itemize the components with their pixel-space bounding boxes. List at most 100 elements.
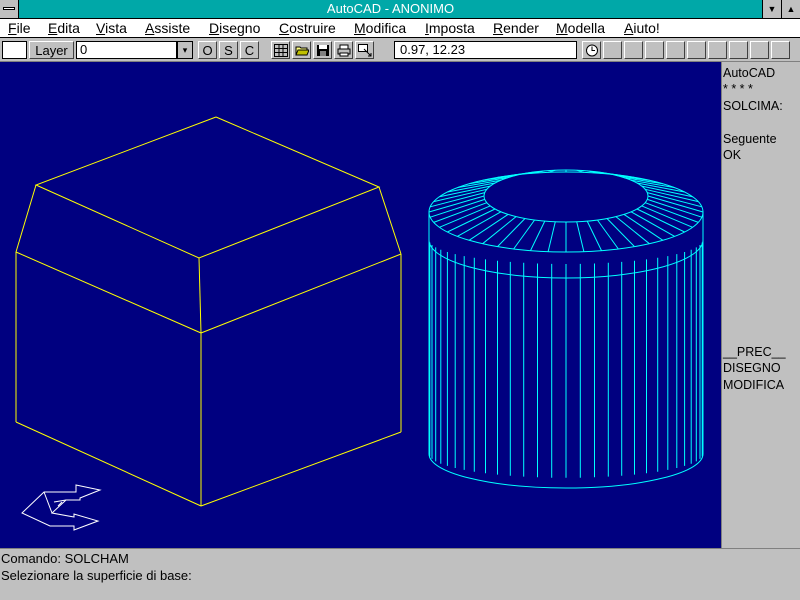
box-chamfer-mid	[198, 257, 202, 334]
menu-label: odifica	[365, 20, 407, 36]
menu-bar: File Edita Vista Assiste Disegno Costrui…	[0, 19, 800, 38]
cylinder[interactable]	[428, 169, 704, 489]
box-bottom-right	[200, 431, 402, 507]
drawing-svg	[15, 116, 704, 531]
cylinder-top-radial	[433, 202, 487, 223]
menu-accel: D	[209, 20, 220, 36]
cylinder-top-cap	[483, 169, 649, 223]
snap-button[interactable]: S	[219, 41, 238, 59]
toolbar-blank-button-5[interactable]	[687, 41, 706, 59]
cylinder-top-radial	[645, 202, 699, 223]
system-menu-icon	[3, 7, 15, 10]
screen-menu-item[interactable]: AutoCAD	[723, 65, 775, 81]
menu-modifica[interactable]: Modifica	[354, 20, 406, 36]
screen-menu-item[interactable]: OK	[723, 147, 741, 163]
menu-accel: V	[96, 20, 106, 36]
print-button[interactable]	[334, 41, 353, 59]
cylinder-top-radial	[439, 185, 491, 198]
toolbar-blank-button-9[interactable]	[771, 41, 790, 59]
grid-button[interactable]	[271, 41, 290, 59]
cylinder-top-radial	[430, 192, 485, 208]
grid-icon	[274, 44, 288, 57]
menu-label: dita	[57, 20, 80, 36]
maximize-button[interactable]: ▲	[781, 0, 800, 18]
open-button[interactable]	[292, 41, 311, 59]
toolbar-blank-button-3[interactable]	[645, 41, 664, 59]
menu-label: odella	[567, 20, 606, 36]
ortho-button[interactable]: O	[198, 41, 217, 59]
menu-accel: M	[354, 20, 366, 36]
menu-modella[interactable]: Modella	[556, 20, 605, 36]
clock-icon	[586, 44, 598, 57]
cylinder-top-radial	[482, 174, 517, 181]
menu-label: ostruire	[289, 20, 336, 36]
menu-aiuto[interactable]: Aiuto!	[624, 20, 660, 36]
menu-costruire[interactable]: Costruire	[279, 20, 336, 36]
menu-render[interactable]: Render	[493, 20, 539, 36]
menu-imposta[interactable]: Imposta	[425, 20, 475, 36]
autocad-window: AutoCAD - ANONIMO ▼ ▲ File Edita Vista A…	[0, 0, 800, 600]
open-folder-icon	[295, 46, 309, 56]
screen-menu: AutoCAD * * * * SOLCIMA: Seguente OK __PREC__…	[721, 62, 800, 548]
cylinder-top-radial	[530, 220, 546, 251]
box-top-face	[34, 116, 381, 259]
menu-label: ista	[105, 20, 127, 36]
cylinder-top-radial	[497, 218, 526, 247]
chamfered-box[interactable]	[15, 116, 402, 507]
cylinder-top-radial	[647, 198, 702, 218]
screen-menu-item[interactable]: DISEGNO	[723, 360, 781, 376]
toolbar: Layer 0 ▾ O S C 0.97, 12.23	[0, 38, 800, 62]
clock-button[interactable]	[582, 41, 601, 59]
screen-menu-item[interactable]: SOLCIMA:	[723, 98, 783, 114]
box-chamfer-edge-right	[200, 253, 402, 334]
menu-file[interactable]: File	[8, 20, 31, 36]
cylinder-top-radial	[547, 221, 556, 252]
screen-menu-item[interactable]: __PREC__	[723, 344, 786, 360]
layer-field[interactable]: 0	[76, 41, 177, 59]
toolbar-blank-button-2[interactable]	[624, 41, 643, 59]
layer-button[interactable]: Layer	[29, 41, 74, 59]
command-prompt[interactable]: Selezionare la superficie di base:	[1, 567, 192, 584]
zoom-window-button[interactable]	[355, 41, 374, 59]
menu-label: isegno	[219, 20, 261, 36]
toolbar-blank-button-8[interactable]	[750, 41, 769, 59]
menu-accel: A	[624, 20, 634, 36]
title-bar[interactable]: AutoCAD - ANONIMO ▼ ▲	[0, 0, 800, 19]
system-menu-button[interactable]	[0, 0, 19, 18]
coordinate-display: 0.97, 12.23	[394, 41, 577, 59]
menu-assiste[interactable]: Assiste	[145, 20, 190, 36]
screen-menu-item[interactable]: MODIFICA	[723, 377, 784, 393]
menu-vista[interactable]: Vista	[96, 20, 127, 36]
menu-label: ssiste	[154, 20, 191, 36]
save-icon	[317, 45, 329, 56]
coords-button[interactable]: C	[240, 41, 259, 59]
zoom-window-icon	[358, 44, 372, 57]
layer-dropdown-button[interactable]: ▾	[177, 41, 193, 59]
toolbar-blank-button-4[interactable]	[666, 41, 685, 59]
toolbar-blank-button-6[interactable]	[708, 41, 727, 59]
menu-accel: A	[145, 20, 155, 36]
toolbar-blank-button-7[interactable]	[729, 41, 748, 59]
menu-edita[interactable]: Edita	[48, 20, 80, 36]
drawing-area[interactable]	[0, 62, 721, 548]
toolbar-blank-button-1[interactable]	[603, 41, 622, 59]
box-chamfer-edge-left	[15, 251, 202, 334]
cylinder-top-radial	[596, 219, 619, 250]
menu-label: ender	[503, 20, 539, 36]
cylinder-top-radial	[430, 198, 485, 218]
menu-label: mposta	[428, 20, 475, 36]
menu-accel: C	[279, 20, 290, 36]
cylinder-top-radial	[586, 220, 602, 251]
screen-menu-item[interactable]: Seguente	[723, 131, 777, 147]
box-chamfer-right	[378, 186, 402, 255]
save-button[interactable]	[313, 41, 332, 59]
command-history-line: Comando: SOLCHAM	[1, 551, 129, 566]
minimize-button[interactable]: ▼	[762, 0, 781, 18]
menu-disegno[interactable]: Disegno	[209, 20, 260, 36]
menu-accel: F	[8, 20, 17, 36]
screen-menu-item[interactable]: * * * *	[723, 81, 753, 97]
command-area[interactable]: Comando: SOLCHAM Selezionare la superfic…	[0, 548, 800, 600]
color-swatch[interactable]	[2, 41, 27, 59]
menu-label: iuto!	[633, 20, 660, 36]
menu-accel: M	[556, 20, 568, 36]
